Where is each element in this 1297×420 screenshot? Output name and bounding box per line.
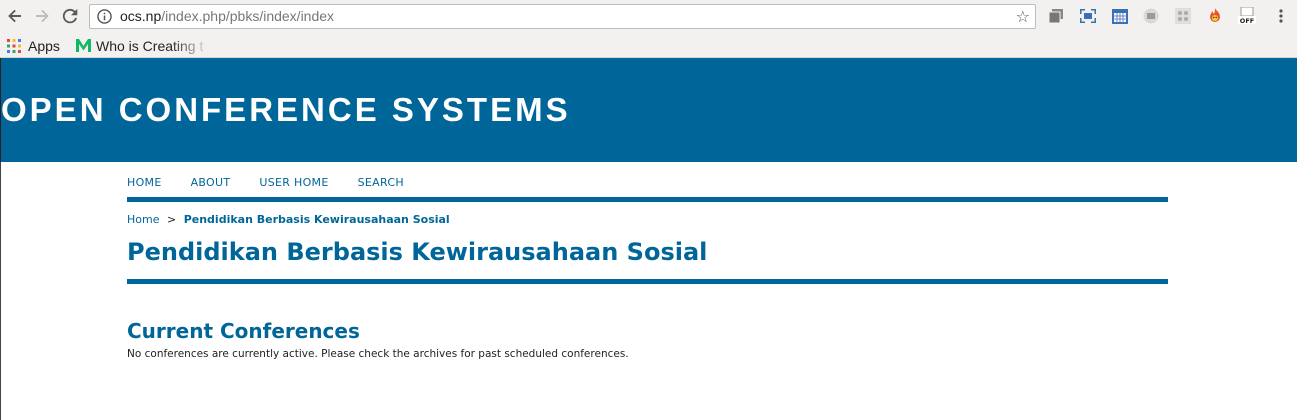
bookmark-apps-label: Apps	[28, 37, 60, 54]
bookmark-star-icon[interactable]: ☆	[1016, 7, 1030, 26]
nav-about-link[interactable]: ABOUT	[191, 176, 231, 189]
page-left-border	[0, 162, 1, 420]
site-header-banner: OPEN CONFERENCE SYSTEMS	[0, 58, 1297, 162]
nav-search-link[interactable]: SEARCH	[358, 176, 404, 189]
breadcrumb-current-link[interactable]: Pendidikan Berbasis Kewirausahaan Sosial	[184, 213, 450, 226]
title-divider	[127, 279, 1168, 284]
main-navigation: HOME ABOUT USER HOME SEARCH	[127, 176, 433, 189]
url-text: ocs.np/index.php/pbks/index/index	[120, 8, 334, 24]
url-path: /index.php/pbks/index/index	[161, 8, 335, 24]
extension-image-icon[interactable]	[1142, 7, 1160, 25]
reload-button[interactable]	[60, 6, 80, 26]
bookmark-who-is-creating-label: Who is Creating t	[96, 37, 204, 54]
reload-icon	[62, 8, 78, 24]
nav-divider	[127, 197, 1168, 202]
extension-grid-icon[interactable]	[1174, 7, 1192, 25]
extension-fire-icon[interactable]	[1206, 7, 1224, 25]
url-host: ocs.np	[120, 8, 162, 24]
info-icon[interactable]	[97, 9, 112, 28]
bookmarks-bar: Apps Who is Creating t	[0, 33, 1297, 58]
bookmark-who-is-creating[interactable]: Who is Creating t	[76, 36, 203, 55]
address-bar[interactable]: ocs.np/index.php/pbks/index/index ☆	[89, 4, 1036, 29]
back-arrow-icon	[8, 9, 21, 23]
browser-menu-icon[interactable]	[1272, 7, 1290, 25]
extension-calendar-icon[interactable]	[1111, 7, 1129, 25]
bookmark-apps[interactable]: Apps	[7, 36, 60, 55]
current-conferences-heading: Current Conferences	[127, 319, 360, 343]
back-button[interactable]	[5, 6, 25, 26]
breadcrumb: Home > Pendidikan Berbasis Kewirausahaan…	[127, 213, 450, 226]
extension-off-icon[interactable]: OFF	[1238, 7, 1256, 25]
svg-text:OFF: OFF	[1240, 17, 1254, 25]
browser-toolbar: ocs.np/index.php/pbks/index/index ☆ OFF	[0, 0, 1297, 33]
extension-screenshot-icon[interactable]	[1079, 7, 1097, 25]
nav-user-home-link[interactable]: USER HOME	[259, 176, 328, 189]
extension-tabs-icon[interactable]	[1047, 7, 1065, 25]
forward-arrow-icon	[36, 9, 49, 23]
page-title: Pendidikan Berbasis Kewirausahaan Sosial	[127, 238, 708, 266]
current-conferences-message: No conferences are currently active. Ple…	[127, 348, 629, 360]
medium-logo-icon	[76, 39, 91, 52]
breadcrumb-separator: >	[166, 213, 177, 226]
site-title: OPEN CONFERENCE SYSTEMS	[1, 91, 571, 128]
apps-grid-icon	[7, 38, 21, 53]
nav-home-link[interactable]: HOME	[127, 176, 162, 189]
forward-button[interactable]	[32, 6, 52, 26]
breadcrumb-home-link[interactable]: Home	[127, 213, 159, 226]
